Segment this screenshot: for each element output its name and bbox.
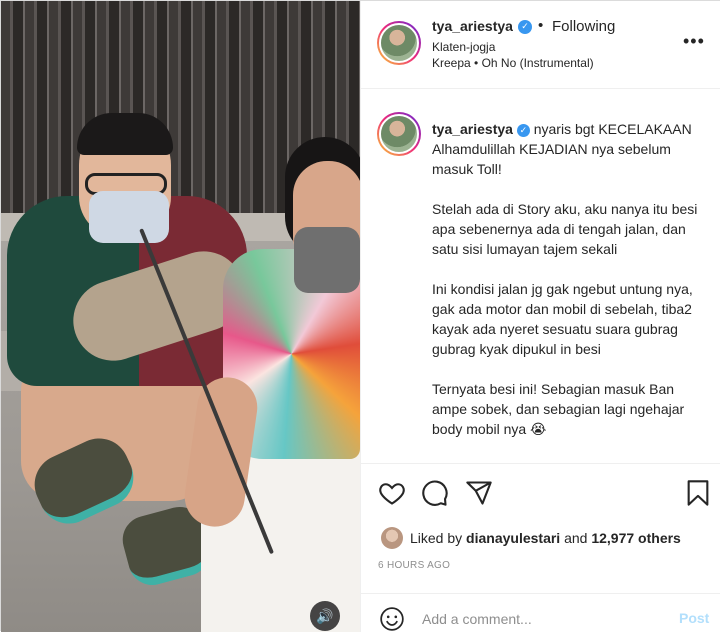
likes-row: Liked by dianayulestari and 12,977 other… <box>361 525 720 553</box>
following-button[interactable]: Following <box>552 18 615 35</box>
post-dialog: 🔊 tya_ariestya ✓ • Following Klaten-jogj… <box>0 0 720 632</box>
comment-bar: Post <box>361 593 720 632</box>
comment-icon[interactable] <box>421 479 449 507</box>
liker-username[interactable]: dianayulestari <box>466 530 560 546</box>
caption-avatar[interactable] <box>377 112 421 156</box>
caption-paragraph-3: Ini kondisi jalan jg gak ngebut untung n… <box>432 281 693 357</box>
caption-username[interactable]: tya_ariestya <box>432 121 513 137</box>
verified-badge-icon: ✓ <box>516 123 530 137</box>
post-video[interactable]: 🔊 <box>1 1 360 632</box>
more-options-icon[interactable]: ••• <box>683 31 705 52</box>
audio-link[interactable]: Kreepa • Oh No (Instrumental) <box>432 56 594 70</box>
share-icon[interactable] <box>465 479 493 507</box>
verified-badge-icon: ✓ <box>518 20 532 34</box>
caption-paragraph-2: Stelah ada di Story aku, aku nanya itu b… <box>432 201 698 257</box>
caption-paragraph-4: Ternyata besi ini! Sebagian masuk Ban am… <box>432 381 685 437</box>
post-timestamp[interactable]: 6 HOURS AGO <box>378 560 450 571</box>
liker-avatar[interactable] <box>381 527 403 549</box>
post-header: tya_ariestya ✓ • Following Klaten-jogja … <box>361 1 720 89</box>
location-link[interactable]: Klaten-jogja <box>432 40 495 54</box>
post-details-panel: tya_ariestya ✓ • Following Klaten-jogja … <box>360 1 720 632</box>
header-username[interactable]: tya_ariestya <box>432 18 513 34</box>
heart-icon[interactable] <box>378 479 406 507</box>
post-comment-button[interactable]: Post <box>679 610 709 626</box>
caption-text: tya_ariestya ✓ nyaris bgt KECELAKAAN Alh… <box>432 119 712 459</box>
speaker-icon[interactable]: 🔊 <box>310 601 340 631</box>
avatar[interactable] <box>377 21 421 65</box>
bookmark-icon[interactable] <box>684 479 712 507</box>
likes-count[interactable]: 12,977 others <box>591 530 681 546</box>
action-bar <box>361 465 720 525</box>
comment-input[interactable] <box>422 608 662 630</box>
emoji-icon[interactable] <box>379 606 405 632</box>
